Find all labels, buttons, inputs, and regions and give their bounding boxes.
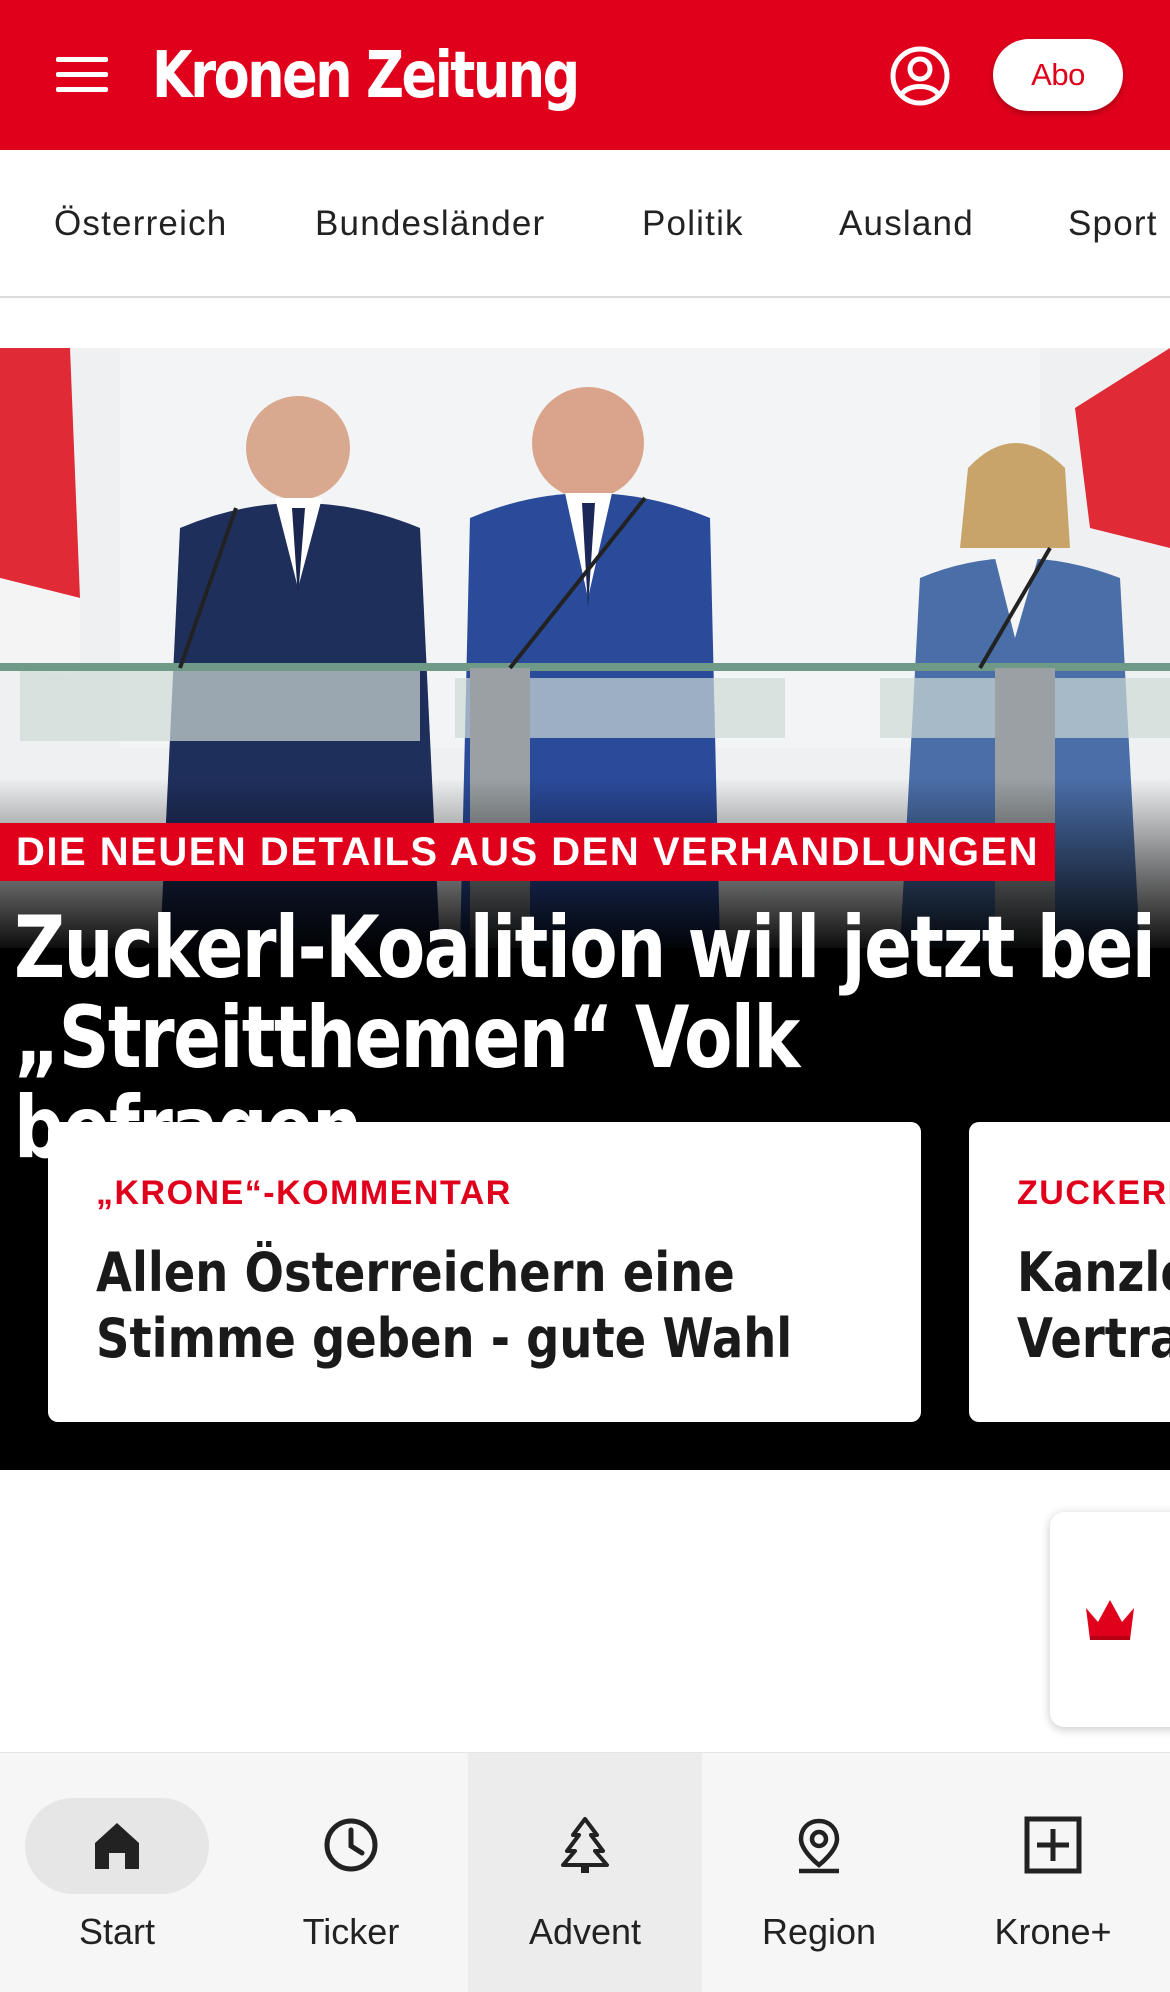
krone-floating-widget[interactable] — [1050, 1512, 1170, 1727]
tree-icon — [561, 1817, 609, 1873]
related-card[interactable]: „KRONE“-KOMMENTAR Allen Österreichern ei… — [48, 1122, 921, 1422]
nav-ticker[interactable]: Ticker — [234, 1753, 468, 1992]
user-account-icon[interactable] — [888, 44, 952, 108]
category-oesterreich[interactable]: Österreich — [54, 150, 227, 296]
nav-krone-plus[interactable]: Krone+ — [936, 1753, 1170, 1992]
nav-region[interactable]: Region — [702, 1753, 936, 1992]
bottom-navigation: Start Ticker Advent Region Krone+ — [0, 1752, 1170, 1992]
related-cards-carousel[interactable]: „KRONE“-KOMMENTAR Allen Österreichern ei… — [0, 1122, 1170, 1422]
card-title: Allen Österreichern eine Stimme geben - … — [96, 1240, 921, 1372]
hero-kicker: DIE NEUEN DETAILS AUS DEN VERHANDLUNGEN — [0, 823, 1056, 881]
site-logo[interactable]: Kronen Zeitung — [152, 34, 580, 118]
card-title-line-2: Vertrau — [1017, 1307, 1170, 1370]
card-title: Kanzler Vertrau — [1017, 1240, 1170, 1372]
card-title-line-2: Stimme geben - gute Wahl — [96, 1307, 793, 1370]
hero-headline-line-1: Zuckerl-Koalition will jetzt bei — [14, 898, 1156, 998]
card-kicker: ZUCKERL — [1017, 1174, 1170, 1212]
location-pin-icon — [798, 1818, 840, 1874]
nav-label: Ticker — [302, 1911, 400, 1952]
card-kicker: „KRONE“-KOMMENTAR — [96, 1174, 512, 1212]
category-ausland[interactable]: Ausland — [839, 150, 974, 296]
category-politik[interactable]: Politik — [642, 150, 744, 296]
hamburger-menu-icon[interactable] — [52, 52, 112, 98]
nav-advent[interactable]: Advent — [468, 1753, 702, 1992]
plus-box-icon — [1024, 1816, 1082, 1874]
card-title-line-1: Kanzler — [1017, 1241, 1170, 1304]
home-icon — [95, 1823, 139, 1869]
hero-story[interactable]: DIE NEUEN DETAILS AUS DEN VERHANDLUNGEN … — [0, 348, 1170, 1470]
category-nav: Österreich Bundesländer Politik Ausland … — [0, 150, 1170, 298]
app-screen: Kronen Zeitung Abo Österreich Bundesländ… — [0, 0, 1170, 1992]
related-card[interactable]: ZUCKERL Kanzler Vertrau — [969, 1122, 1170, 1422]
card-title-line-1: Allen Österreichern eine — [96, 1241, 735, 1304]
top-header: Kronen Zeitung Abo — [0, 0, 1170, 150]
nav-label: Start — [78, 1911, 156, 1952]
abo-button[interactable]: Abo — [993, 39, 1123, 111]
category-bundeslaender[interactable]: Bundesländer — [315, 150, 545, 296]
nav-start[interactable]: Start — [0, 1753, 234, 1992]
nav-label: Region — [761, 1911, 877, 1952]
crown-icon — [1086, 1600, 1134, 1640]
category-sport[interactable]: Sport — [1068, 150, 1158, 296]
clock-icon — [324, 1818, 378, 1872]
nav-label: Krone+ — [994, 1911, 1112, 1952]
nav-label: Advent — [528, 1911, 642, 1952]
